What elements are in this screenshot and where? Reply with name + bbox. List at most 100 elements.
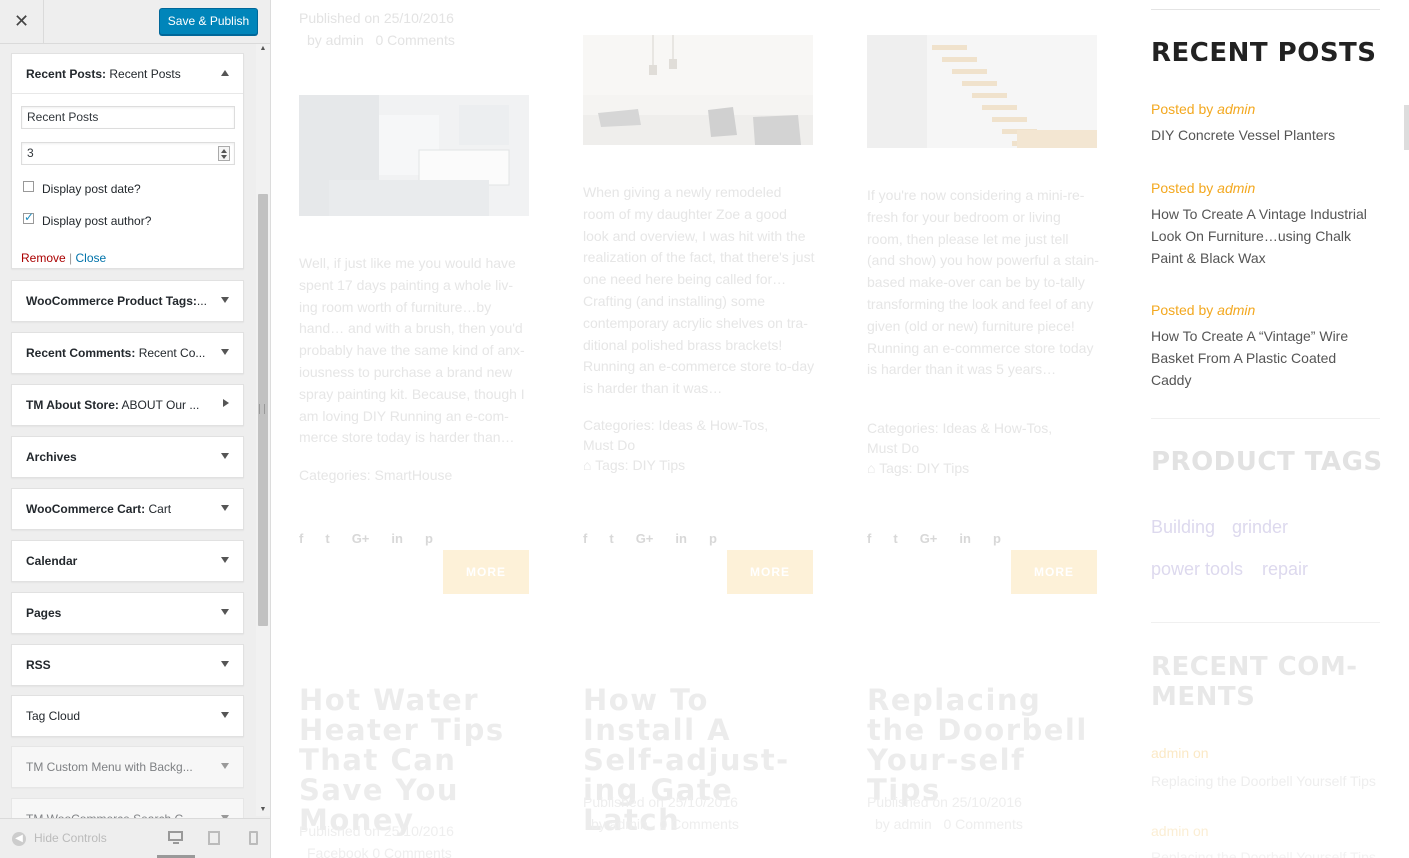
page-scrollbar-thumb[interactable] [1404, 105, 1409, 150]
posted-by-author[interactable]: admin [1217, 101, 1255, 117]
tag-link[interactable]: power tools [1151, 559, 1243, 580]
comment-author[interactable]: admin on [1151, 823, 1209, 839]
display-date-checkbox[interactable] [23, 181, 34, 192]
expand-caret-icon[interactable] [221, 557, 229, 563]
widget-tm-custom-menu[interactable]: TM Custom Menu with Backg... [11, 746, 244, 788]
close-link[interactable]: Close [76, 251, 107, 265]
widget-recent-comments[interactable]: Recent Comments: Recent Co... [11, 332, 244, 374]
more-button[interactable]: MORE [727, 550, 813, 594]
widget-title-bold: Recent Comments: [26, 346, 136, 360]
post-author[interactable]: by admin [875, 816, 932, 832]
expand-caret-icon[interactable] [221, 763, 229, 769]
recent-post-link[interactable]: How To Create A Vintage Industrial Look … [1151, 203, 1379, 269]
tablet-icon[interactable] [207, 831, 223, 845]
sidebar-scrollbar[interactable]: ▲ ▼ [256, 44, 270, 816]
expand-caret-icon[interactable] [221, 609, 229, 615]
post-author[interactable]: by admin [591, 816, 648, 832]
expand-caret-icon[interactable] [221, 297, 229, 303]
widget-woocommerce-product-tags[interactable]: WooCommerce Product Tags:... [11, 280, 244, 322]
post-title[interactable]: How To Install A Self-adjust-ing Gate La… [583, 685, 823, 835]
categories-links[interactable]: SmartHouse [374, 467, 452, 483]
tag-link[interactable]: repair [1262, 559, 1308, 580]
widget-title-sub: Cart [145, 502, 172, 516]
close-customizer-button[interactable]: ✕ [0, 0, 44, 44]
collapse-caret-icon[interactable] [221, 70, 229, 76]
twitter-icon[interactable]: t [325, 531, 329, 546]
expand-caret-icon[interactable] [221, 349, 229, 355]
expand-caret-icon[interactable] [221, 661, 229, 667]
posted-by-label: Posted by [1151, 180, 1214, 196]
save-publish-button[interactable]: Save & Publish [159, 8, 258, 35]
comment-author[interactable]: admin on [1151, 745, 1209, 761]
recent-post-link[interactable]: DIY Concrete Vessel Planters [1151, 124, 1379, 146]
post-image[interactable] [867, 35, 1097, 148]
linkedin-icon[interactable]: in [675, 531, 687, 546]
remove-link[interactable]: Remove [21, 251, 66, 265]
posted-by-author[interactable]: admin [1217, 180, 1255, 196]
post-excerpt: Well, if just like me you would have spe… [299, 255, 525, 446]
widget-title-sub: Recent Posts [106, 67, 181, 81]
title-input[interactable]: Recent Posts [21, 106, 235, 129]
more-button[interactable]: MORE [443, 550, 529, 594]
post-author[interactable]: by admin [307, 32, 364, 48]
comment-count[interactable]: 0 Comments [659, 816, 738, 832]
widget-woocommerce-cart[interactable]: WooCommerce Cart: Cart [11, 488, 244, 530]
widget-tm-about-store[interactable]: TM About Store: ABOUT Our ... [11, 384, 244, 426]
expand-caret-icon[interactable] [221, 505, 229, 511]
comment-post-link[interactable]: Replacing the Doorbell Yourself Tips [1151, 770, 1379, 792]
expand-caret-icon[interactable] [221, 712, 229, 718]
facebook-icon[interactable]: f [867, 531, 871, 546]
pinterest-icon[interactable]: p [425, 531, 433, 546]
expand-caret-icon[interactable] [221, 453, 229, 459]
widget-title-bold: WooCommerce Product Tags: [26, 294, 197, 308]
desktop-icon[interactable] [168, 831, 184, 845]
posted-by: Posted by admin [1151, 180, 1255, 196]
collapse-arrow-icon: ◀ [12, 831, 26, 846]
tag-link[interactable]: Building [1151, 517, 1215, 538]
widget-title-recent-posts[interactable]: Recent Posts: Recent Posts [12, 54, 243, 94]
share-icons: f t G+ in p [867, 530, 1067, 546]
site-preview: Published on 25/10/2016 by admin 0 Comme… [271, 0, 1409, 858]
post-title[interactable]: Hot Water Heater Tips That Can Save You … [299, 685, 539, 835]
recent-post-link[interactable]: How To Create A “Vintage” Wire Basket Fr… [1151, 325, 1379, 391]
tag-link[interactable]: grinder [1232, 517, 1288, 538]
comment-post-link[interactable]: Replacing the Doorbell Yourself Tips [1151, 846, 1379, 858]
google-plus-icon[interactable]: G+ [920, 531, 938, 546]
post-tags[interactable]: Tags: DIY Tips [595, 457, 685, 473]
post-image[interactable] [299, 95, 529, 216]
expand-caret-icon[interactable] [223, 399, 229, 407]
facebook-icon[interactable]: f [299, 531, 303, 546]
pinterest-icon[interactable]: p [993, 531, 1001, 546]
pinterest-icon[interactable]: p [709, 531, 717, 546]
scroll-down-arrow-icon[interactable]: ▼ [259, 806, 267, 814]
post-tags[interactable]: Tags: DIY Tips [879, 460, 969, 476]
widget-calendar[interactable]: Calendar [11, 540, 244, 582]
google-plus-icon[interactable]: G+ [636, 531, 654, 546]
number-of-posts-input[interactable]: 3 [21, 142, 235, 165]
resize-handle-icon[interactable] [259, 404, 265, 414]
twitter-icon[interactable]: t [893, 531, 897, 546]
widget-archives[interactable]: Archives [11, 436, 244, 478]
more-button[interactable]: MORE [1011, 550, 1097, 594]
display-author-checkbox[interactable] [23, 210, 34, 224]
google-plus-icon[interactable]: G+ [352, 531, 370, 546]
widget-pages[interactable]: Pages [11, 592, 244, 634]
twitter-icon[interactable]: t [609, 531, 613, 546]
comment-count[interactable]: 0 Comments [943, 816, 1022, 832]
hide-controls-button[interactable]: ◀ Hide Controls [12, 831, 107, 846]
linkedin-icon[interactable]: in [391, 531, 403, 546]
post-excerpt: If you're now considering a mini-re-fres… [867, 187, 1099, 378]
widget-tag-cloud[interactable]: Tag Cloud [11, 695, 244, 737]
post-image[interactable] [583, 35, 813, 145]
number-spinner-icon[interactable] [218, 146, 230, 161]
post-title[interactable]: Replacing the Doorbell Your-self Tips [867, 685, 1107, 805]
widget-title-sub: Tag Cloud [26, 709, 81, 723]
comment-count[interactable]: 0 Comments [375, 32, 454, 48]
linkedin-icon[interactable]: in [959, 531, 971, 546]
posted-by-author[interactable]: admin [1217, 302, 1255, 318]
mobile-icon[interactable] [247, 831, 263, 845]
widget-rss[interactable]: RSS [11, 644, 244, 686]
scroll-up-arrow-icon[interactable]: ▲ [259, 45, 267, 53]
published-date: Published on 25/10/2016 [867, 794, 1022, 810]
facebook-icon[interactable]: f [583, 531, 587, 546]
